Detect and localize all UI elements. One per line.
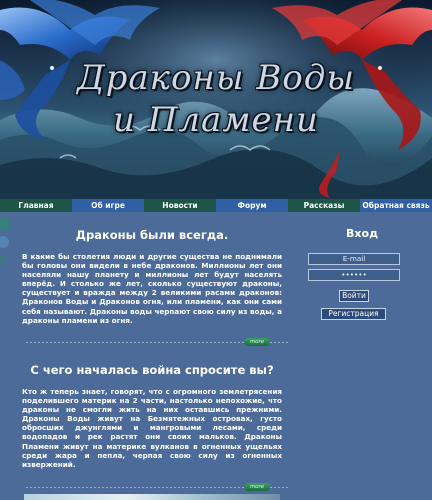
site-title-line2: и Пламени (113, 100, 319, 140)
more-button[interactable]: more (244, 338, 270, 346)
nav-item-stories[interactable]: Рассказы (288, 199, 360, 212)
nav-item-news[interactable]: Новости (144, 199, 216, 212)
article-title: Драконы были всегда. (75, 228, 229, 242)
login-panel: Вход E-mail •••••• Войти Регистрация (300, 212, 424, 332)
register-button[interactable]: Регистрация (321, 308, 386, 320)
article-text: В какие бы столетия люди и другие сущест… (22, 252, 282, 325)
article-title: С чего началась война спросите вы? (30, 363, 274, 377)
article-text: Кто ж теперь знает, говорят, что с огром… (22, 387, 282, 469)
page: Драконы Воды и Пламени Главная Об игре Н… (0, 0, 432, 500)
password-field[interactable]: •••••• (308, 269, 400, 281)
login-button[interactable]: Войти (339, 290, 369, 302)
header-banner: Драконы Воды и Пламени (0, 0, 432, 200)
article-image (24, 494, 280, 500)
site-title-line1: Драконы Воды (76, 58, 356, 98)
email-field[interactable]: E-mail (308, 253, 400, 265)
login-title: Вход (346, 227, 378, 240)
nav-item-home[interactable]: Главная (0, 199, 72, 212)
nav-item-feedback[interactable]: Обратная связь (360, 199, 432, 212)
main-nav: Главная Об игре Новости Форум Рассказы О… (0, 199, 432, 212)
main-content: Драконы были всегда. В какие бы столетия… (18, 212, 288, 500)
nav-item-forum[interactable]: Форум (216, 199, 288, 212)
nav-item-about-game[interactable]: Об игре (72, 199, 144, 212)
more-button[interactable]: more (244, 483, 270, 491)
